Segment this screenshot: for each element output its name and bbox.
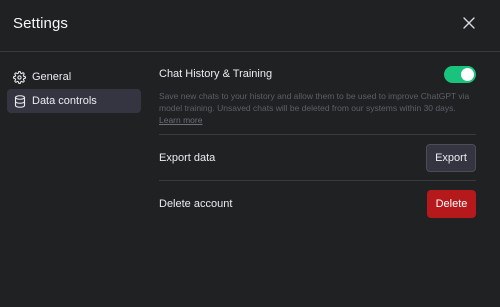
database-icon <box>13 94 26 108</box>
close-icon[interactable] <box>463 17 475 29</box>
export-data-label: Export data <box>159 151 216 164</box>
export-data-row: Export data Export <box>159 135 476 180</box>
chat-history-row: Chat History & Training <box>159 60 476 90</box>
dialog-header: Settings <box>0 0 500 52</box>
export-button[interactable]: Export <box>426 143 476 172</box>
settings-sidebar: General Data controls <box>7 65 141 113</box>
learn-more-link[interactable]: Learn more <box>159 115 202 125</box>
chat-history-description: Save new chats to your history and allow… <box>159 90 474 126</box>
delete-account-label: Delete account <box>159 197 233 210</box>
chat-history-toggle[interactable] <box>444 66 476 83</box>
sidebar-item-data-controls[interactable]: Data controls <box>7 89 141 113</box>
sidebar-item-label: Data controls <box>32 95 97 107</box>
data-controls-panel: Chat History & Training Save new chats t… <box>159 60 476 226</box>
delete-button[interactable]: Delete <box>427 189 476 218</box>
dialog-title: Settings <box>13 15 68 32</box>
delete-account-row: Delete account Delete <box>159 181 476 226</box>
sidebar-item-label: General <box>32 71 72 83</box>
description-text: Save new chats to your history and allow… <box>159 91 470 113</box>
close-button[interactable] <box>460 14 478 32</box>
gear-icon <box>13 70 26 84</box>
sidebar-item-general[interactable]: General <box>7 65 141 89</box>
toggle-knob <box>461 68 474 81</box>
chat-history-label: Chat History & Training <box>159 68 273 80</box>
